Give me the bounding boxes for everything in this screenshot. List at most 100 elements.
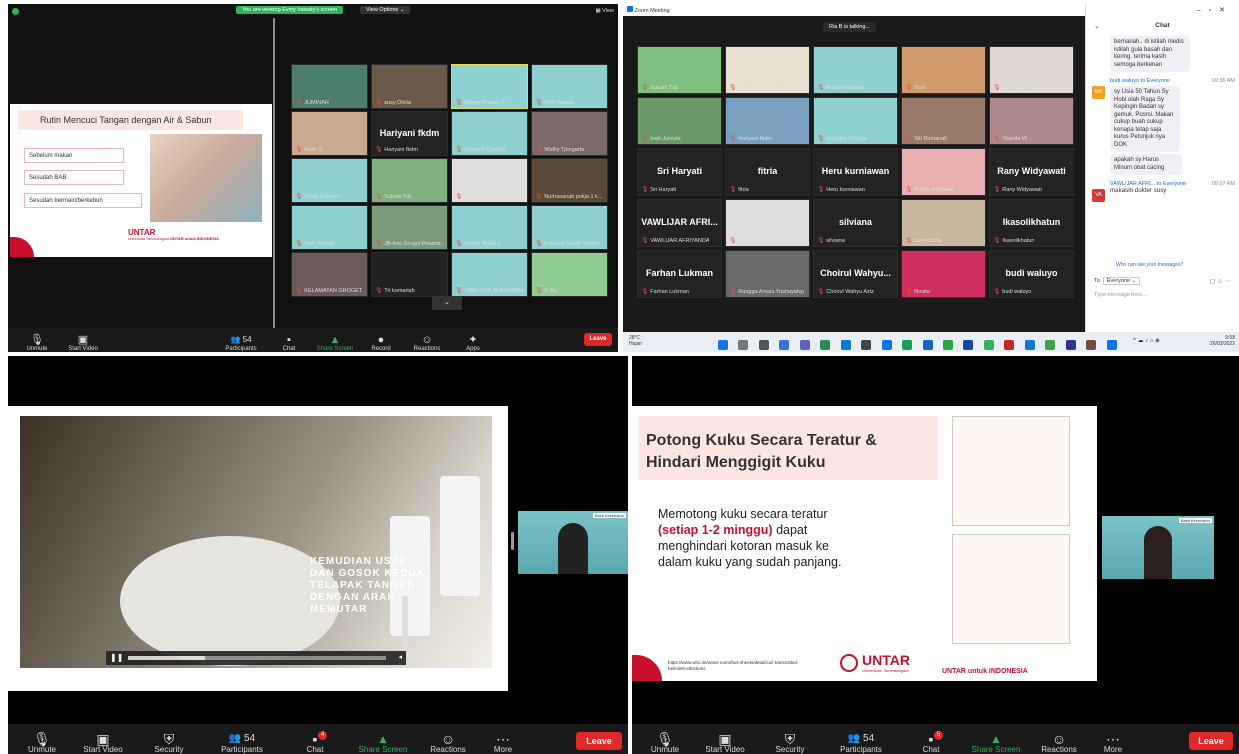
participant-tile[interactable]: 🎙 NABILA SYAPUTRI	[725, 46, 810, 94]
record-button[interactable]: ● Record	[358, 334, 404, 352]
volume-icon[interactable]: ◂	[398, 653, 402, 661]
participant-tile[interactable]: Ikasolikhatun 🎙 Ikasolikhatun	[989, 199, 1074, 247]
start-icon[interactable]	[718, 340, 728, 350]
app-icon[interactable]	[1004, 340, 1015, 350]
chat-button[interactable]: ▪ 5 Chat	[900, 731, 962, 754]
participant-tile[interactable]: 🎙 Winnie Annisa C	[451, 64, 528, 109]
unmute-button[interactable]: 🎙 Unmute	[14, 334, 60, 352]
app-icon[interactable]	[1024, 340, 1035, 350]
participant-tile[interactable]: 🎙 R Ra	[531, 252, 608, 297]
app-icon[interactable]	[902, 340, 913, 350]
chat-app-icon[interactable]	[799, 340, 810, 350]
app-icon[interactable]	[922, 340, 933, 350]
chat-recipient[interactable]: To: Everyone ⌄	[1094, 277, 1141, 285]
start-video-button[interactable]: ▣ Start Video	[692, 732, 758, 754]
chat-button[interactable]: ▪ Chat	[266, 334, 312, 352]
participant-tile[interactable]: 🎙 Tri komariah	[371, 252, 448, 297]
participant-tile[interactable]: 🎙 VAWLIJAR AFRIYANDA	[451, 252, 528, 297]
edge-icon[interactable]	[840, 340, 851, 350]
clock[interactable]: 9:58 26/03/2022	[1210, 335, 1235, 347]
participant-tile[interactable]: Farhan Lukman 🎙 Farhan Lukman	[637, 250, 722, 298]
app-icon[interactable]	[942, 340, 953, 350]
chat-tools[interactable]: ▢ ☺ ⋯	[1210, 278, 1231, 285]
participant-tile[interactable]: 🎙 Sukarti Tds	[371, 158, 448, 203]
zoom-taskbar-icon[interactable]	[1106, 340, 1117, 350]
reactions-button[interactable]: ☺ Reactions	[418, 732, 478, 754]
participant-tile[interactable]: Rany Widyawati 🎙 Rany Widyawati	[989, 148, 1074, 196]
participants-button[interactable]: 👥 54 Participants	[202, 733, 282, 754]
chat-input[interactable]: Type message here...	[1094, 292, 1231, 322]
app-icon[interactable]	[963, 340, 974, 350]
participant-tile[interactable]: budi waluyo 🎙 budi waluyo	[989, 250, 1074, 298]
start-video-button[interactable]: ▣ Start Video	[60, 334, 106, 352]
participant-tile[interactable]: 🎙 Endah Mutiara	[451, 205, 528, 250]
participant-tile[interactable]: 🎙 Caroline Costrila	[813, 97, 898, 145]
mail-icon[interactable]	[881, 340, 892, 350]
volume-slider[interactable]	[402, 596, 408, 651]
security-button[interactable]: ⛨ Security	[758, 732, 822, 754]
unmute-button[interactable]: 🎙 Unmute	[14, 732, 70, 754]
split-handle[interactable]	[511, 532, 514, 550]
who-can-see-link[interactable]: Who can see your messages?	[1116, 262, 1183, 268]
app-icon[interactable]	[1086, 340, 1097, 350]
participant-tile[interactable]: 🎙 Cindy Damara	[291, 158, 368, 203]
chrome-icon[interactable]	[820, 340, 831, 350]
start-video-button[interactable]: ▣ Start Video	[70, 732, 136, 754]
weather-widget[interactable]: 28°C Hujan	[629, 335, 642, 347]
participant-tile[interactable]: 🎙 Novendy	[725, 199, 810, 247]
share-screen-button[interactable]: ▲ Share Screen	[962, 733, 1030, 754]
participant-tile[interactable]: Hariyani fkdm 🎙 Hariyani fkdm	[371, 111, 448, 156]
participant-tile[interactable]: 🎙 Emy Irawaty	[531, 64, 608, 109]
leave-button[interactable]: Leave	[584, 333, 612, 346]
participant-tile[interactable]: fitria 🎙 fitria	[725, 148, 810, 196]
participant-tile[interactable]: 🎙 Ratih S	[291, 111, 368, 156]
participant-tile[interactable]: 🎙 Novita	[901, 250, 986, 298]
participant-tile[interactable]: 🎙 Neng mutiawati	[989, 46, 1074, 94]
participant-tile[interactable]: Choirul Wahyu... 🎙 Choirul Wahyu Aziz	[813, 250, 898, 298]
participant-tile[interactable]: 🎙 KELAMATAN GROGET...	[291, 252, 368, 297]
participant-tile[interactable]: 🎙 Caroline Costrila	[451, 111, 528, 156]
store-icon[interactable]	[861, 340, 872, 350]
participant-tile[interactable]: 🎙 JUMINAH	[291, 64, 368, 109]
participant-tile[interactable]: 🎙 Widhy Tjongarta	[531, 111, 608, 156]
participant-tile[interactable]: 🎙 Inah Jureyta	[637, 97, 722, 145]
participant-tile[interactable]: 🎙 Hariyani fkdm	[725, 97, 810, 145]
participant-tile[interactable]: VAWLIJAR AFRI... 🎙 VAWLIJAR AFRIYANDA	[637, 199, 722, 247]
security-button[interactable]: ⛨ Security	[136, 732, 202, 754]
participant-tile[interactable]: 🎙 JB-Kec Grogol Petamb...	[371, 205, 448, 250]
pause-button[interactable]: ❚❚	[110, 653, 123, 662]
more-button[interactable]: ⋯ More	[478, 732, 528, 754]
participant-tile[interactable]: 🎙 Inah Jureyta	[291, 205, 368, 250]
files-icon[interactable]	[779, 340, 790, 350]
participant-tile[interactable]: 🎙 Noni	[901, 46, 986, 94]
participants-button[interactable]: 👥 54 Participants	[822, 733, 900, 754]
participant-tile[interactable]: 🎙 Sukarti Tds	[637, 46, 722, 94]
participant-tile[interactable]: 🎙 Lutiviani Sarah Sophia	[531, 205, 608, 250]
leave-button[interactable]: Leave	[1189, 732, 1233, 750]
participant-tile[interactable]: 🎙 Yoanita W	[989, 97, 1074, 145]
participant-tile[interactable]: 🎙 Rangga Arsala Yushayahya	[725, 250, 810, 298]
app-icon[interactable]	[1065, 340, 1076, 350]
video-progress-bar[interactable]	[128, 656, 386, 660]
participants-button[interactable]: 👥 54 Participants	[216, 334, 266, 352]
apps-button[interactable]: ✦ Apps	[450, 334, 496, 352]
participant-tile[interactable]: 🎙 Evdara Mutiara	[813, 46, 898, 94]
search-icon[interactable]	[738, 340, 749, 350]
reactions-button[interactable]: ☺ Reactions	[1030, 732, 1088, 754]
participant-tile[interactable]: Sri Haryati 🎙 Sri Haryati	[637, 148, 722, 196]
gallery-next-button[interactable]: ⌄	[432, 296, 462, 310]
participant-tile[interactable]: silviana 🎙 silviana	[813, 199, 898, 247]
participant-tile[interactable]: 🎙 susy Olivia	[901, 199, 986, 247]
more-button[interactable]: ⋯ More	[1088, 732, 1138, 754]
app-icon[interactable]	[1045, 340, 1056, 350]
share-screen-button[interactable]: ▲ Share Screen	[348, 733, 418, 754]
participant-tile[interactable]: 🎙 Nurhasanah pokja 1 k...	[531, 158, 608, 203]
view-options-button[interactable]: View Options ⌄	[360, 6, 411, 14]
app-icon[interactable]	[983, 340, 994, 350]
participant-tile[interactable]: 🎙 susy Olivia	[371, 64, 448, 109]
participant-tile[interactable]: 🎙 Siti Rumanah	[901, 97, 986, 145]
taskview-icon[interactable]	[758, 340, 769, 350]
participant-tile[interactable]: Heru kurniawan 🎙 Heru kurniawan	[813, 148, 898, 196]
share-screen-button[interactable]: ▲ Share Screen	[312, 334, 358, 352]
reactions-button[interactable]: ☺ Reactions	[404, 334, 450, 352]
